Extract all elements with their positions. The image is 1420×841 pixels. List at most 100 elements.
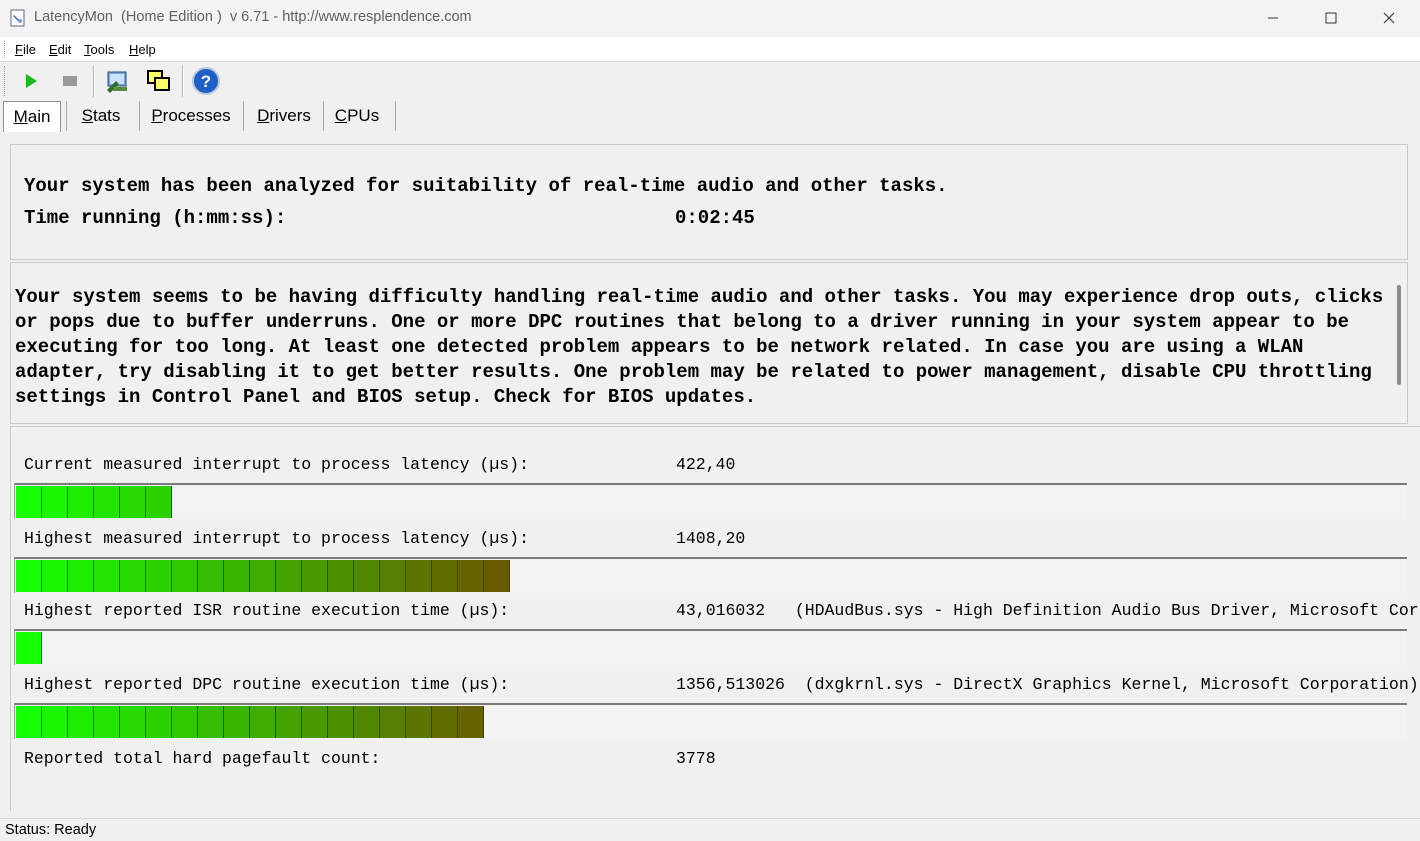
window-title: LatencyMon (Home Edition ) v 6.71 - http… bbox=[34, 9, 472, 25]
menu-help[interactable]: Help bbox=[129, 42, 156, 57]
play-icon bbox=[26, 74, 37, 88]
bar-segment bbox=[458, 706, 484, 738]
bar-fill bbox=[16, 632, 42, 664]
app-icon bbox=[10, 9, 25, 27]
bar-segment bbox=[68, 560, 94, 592]
bar-segment bbox=[354, 706, 380, 738]
windows-icon bbox=[147, 70, 170, 91]
minimize-button[interactable] bbox=[1244, 0, 1302, 36]
summary-line: Your system has been analyzed for suitab… bbox=[24, 175, 948, 197]
help-button[interactable]: ? bbox=[191, 66, 221, 96]
bar-segment bbox=[94, 486, 120, 518]
bar-segment bbox=[406, 560, 432, 592]
latency-bar bbox=[14, 557, 1407, 593]
bar-segment bbox=[198, 706, 224, 738]
tab-separator bbox=[139, 101, 140, 131]
bar-segment bbox=[68, 486, 94, 518]
toolbar-separator bbox=[182, 65, 184, 97]
bar-segment bbox=[328, 706, 354, 738]
bar-segment bbox=[146, 486, 172, 518]
options-button[interactable] bbox=[102, 66, 132, 96]
bar-segment bbox=[16, 560, 42, 592]
bar-segment bbox=[16, 706, 42, 738]
bar-fill bbox=[16, 486, 172, 518]
bar-segment bbox=[42, 706, 68, 738]
bar-fill bbox=[16, 560, 510, 592]
menu-tools[interactable]: Tools bbox=[84, 42, 114, 57]
title-bar: LatencyMon (Home Edition ) v 6.71 - http… bbox=[0, 0, 1420, 36]
toolbar: ? bbox=[0, 62, 1420, 100]
bar-fill bbox=[16, 706, 484, 738]
bar-segment bbox=[380, 706, 406, 738]
bar-segment bbox=[120, 706, 146, 738]
bar-segment bbox=[432, 706, 458, 738]
metric-value: 1356,513026 (dxgkrnl.sys - DirectX Graph… bbox=[676, 675, 1419, 694]
latency-bar bbox=[14, 483, 1407, 519]
time-running-value: 0:02:45 bbox=[675, 207, 755, 229]
metrics-panel: Current measured interrupt to process la… bbox=[10, 426, 1420, 811]
analysis-panel: Your system seems to be having difficult… bbox=[10, 262, 1408, 424]
menu-file[interactable]: File bbox=[15, 42, 36, 57]
bar-segment bbox=[302, 560, 328, 592]
metric-value: 422,40 bbox=[676, 455, 736, 474]
bar-segment bbox=[276, 706, 302, 738]
bar-segment bbox=[94, 560, 120, 592]
tab-cpus[interactable]: CPUs bbox=[326, 101, 388, 131]
settings-icon bbox=[107, 71, 127, 93]
close-button[interactable] bbox=[1360, 0, 1418, 36]
bar-segment bbox=[432, 560, 458, 592]
bar-segment bbox=[406, 706, 432, 738]
bar-segment bbox=[250, 706, 276, 738]
bar-segment bbox=[68, 706, 94, 738]
tab-separator bbox=[243, 101, 244, 131]
stop-icon bbox=[63, 76, 77, 86]
stop-button[interactable] bbox=[55, 66, 85, 96]
svg-text:?: ? bbox=[201, 72, 211, 91]
status-bar: Status: Ready bbox=[0, 818, 1420, 841]
tab-main[interactable]: Main bbox=[3, 101, 61, 132]
bar-segment bbox=[42, 486, 68, 518]
bar-segment bbox=[276, 560, 302, 592]
bar-segment bbox=[16, 486, 42, 518]
tab-stats[interactable]: Stats bbox=[67, 101, 135, 131]
window-button[interactable] bbox=[143, 66, 173, 96]
metric-value: 43,016032 (HDAudBus.sys - High Definitio… bbox=[676, 601, 1420, 620]
bar-segment bbox=[250, 560, 276, 592]
start-button[interactable] bbox=[16, 66, 46, 96]
analysis-text: Your system seems to be having difficult… bbox=[15, 286, 1384, 408]
bar-segment bbox=[146, 706, 172, 738]
toolbar-separator bbox=[93, 65, 95, 97]
bar-segment bbox=[484, 560, 510, 592]
bar-segment bbox=[302, 706, 328, 738]
bar-segment bbox=[172, 706, 198, 738]
metric-label: Highest reported ISR routine execution t… bbox=[24, 601, 510, 620]
bar-segment bbox=[120, 560, 146, 592]
bar-segment bbox=[172, 560, 198, 592]
menu-edit[interactable]: Edit bbox=[49, 42, 71, 57]
bar-segment bbox=[328, 560, 354, 592]
bar-segment bbox=[120, 486, 146, 518]
tab-bar: Main Stats Processes Drivers CPUs bbox=[0, 101, 1420, 132]
metric-value: 1408,20 bbox=[676, 529, 746, 548]
tab-separator bbox=[323, 101, 324, 131]
summary-panel: Your system has been analyzed for suitab… bbox=[10, 144, 1408, 260]
metric-value: 3778 bbox=[676, 749, 716, 768]
bar-segment bbox=[94, 706, 120, 738]
menu-grip bbox=[4, 41, 7, 58]
latency-bar bbox=[14, 629, 1407, 665]
tab-separator bbox=[395, 101, 396, 131]
tab-drivers[interactable]: Drivers bbox=[246, 101, 322, 131]
metric-label: Current measured interrupt to process la… bbox=[24, 455, 529, 474]
bar-segment bbox=[146, 560, 172, 592]
bar-segment bbox=[458, 560, 484, 592]
menu-bar: File Edit Tools Help bbox=[0, 37, 1420, 62]
maximize-button[interactable] bbox=[1302, 0, 1360, 36]
scrollbar-thumb[interactable] bbox=[1397, 285, 1401, 385]
bar-segment bbox=[354, 560, 380, 592]
metric-label: Highest measured interrupt to process la… bbox=[24, 529, 529, 548]
bar-segment bbox=[380, 560, 406, 592]
status-text: Status: Ready bbox=[5, 822, 97, 838]
bar-segment bbox=[224, 560, 250, 592]
tab-processes[interactable]: Processes bbox=[143, 101, 239, 131]
bar-segment bbox=[16, 632, 42, 664]
